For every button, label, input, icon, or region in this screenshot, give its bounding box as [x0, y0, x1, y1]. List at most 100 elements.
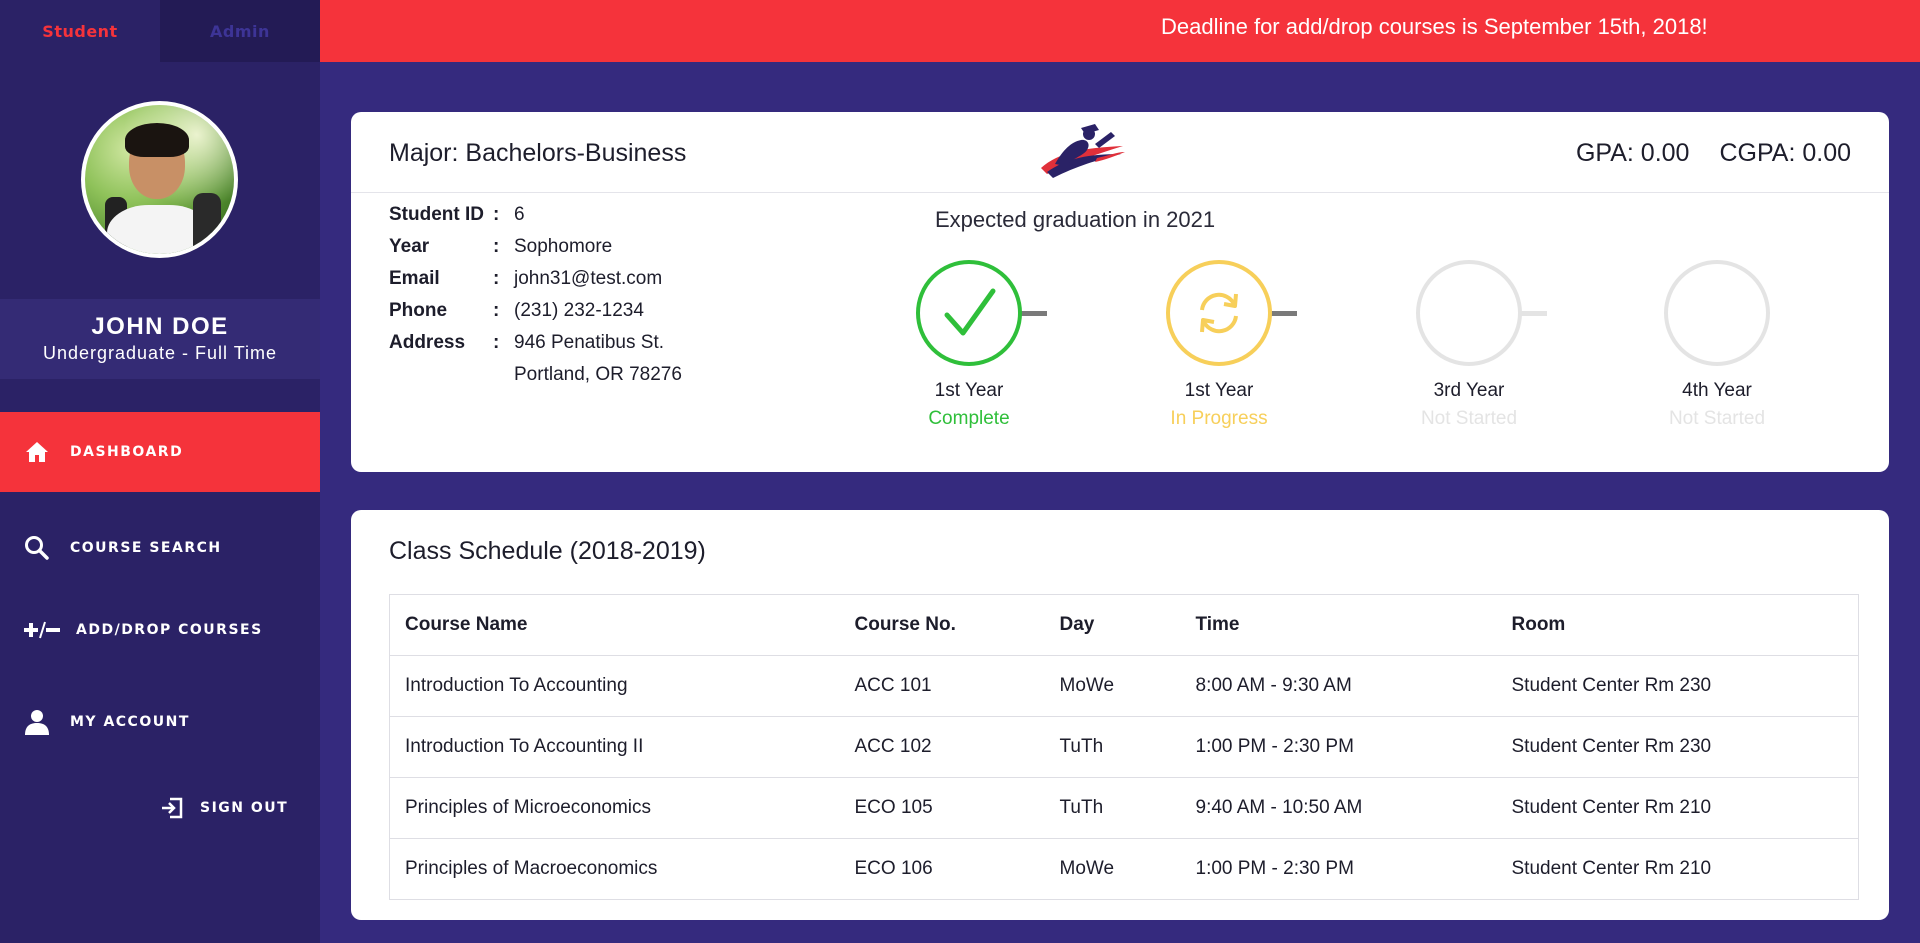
- info-row-phone: Phone : (231) 232-1234: [389, 300, 682, 332]
- info-row-year: Year : Sophomore: [389, 236, 682, 268]
- tab-admin[interactable]: Admin: [160, 0, 320, 62]
- cell-room: Student Center Rm 210: [1496, 838, 1859, 900]
- table-row: Principles of Macroeconomics ECO 106 MoW…: [389, 838, 1859, 900]
- step-title: 1st Year: [1184, 380, 1254, 401]
- info-row-address: Address : 946 Penatibus St.: [389, 332, 682, 364]
- user-icon: [24, 709, 50, 735]
- sidebar-item-label: COURSE SEARCH: [70, 540, 222, 556]
- cgpa-value: CGPA: 0.00: [1719, 139, 1851, 167]
- step-status: In Progress: [1170, 408, 1268, 429]
- step-status: Not Started: [1420, 408, 1518, 429]
- cell-course-name: Principles of Macroeconomics: [389, 838, 840, 900]
- sidebar-item-label: DASHBOARD: [70, 444, 184, 460]
- schedule-table: Course Name Course No. Day Time Room Int…: [389, 594, 1859, 900]
- year-progress-tracker: 1st Year Complete 1st Year In Progress 3…: [916, 260, 1845, 440]
- cell-time: 9:40 AM - 10:50 AM: [1180, 777, 1497, 839]
- table-row: Introduction To Accounting II ACC 102 Tu…: [389, 716, 1859, 778]
- sidebar-item-add-drop-courses[interactable]: ADD/DROP COURSES: [0, 590, 320, 670]
- info-label: Student ID: [389, 204, 484, 225]
- info-label: Year: [389, 236, 430, 257]
- sidebar-item-course-search[interactable]: COURSE SEARCH: [0, 508, 320, 588]
- sidebar-item-my-account[interactable]: MY ACCOUNT: [0, 682, 320, 762]
- info-colon: :: [493, 268, 500, 289]
- info-colon: [493, 364, 514, 396]
- info-label: Address: [389, 332, 466, 353]
- column-header: Day: [1044, 594, 1181, 656]
- info-colon: :: [493, 236, 500, 257]
- cell-day: TuTh: [1044, 716, 1181, 778]
- info-value: john31@test.com: [514, 268, 663, 289]
- plus-minus-icon: [24, 617, 60, 643]
- info-value: 6: [514, 204, 525, 225]
- cell-course-no: ACC 102: [839, 716, 1045, 778]
- gpa-value: GPA: 0.00: [1575, 139, 1690, 167]
- info-row-email: Email : john31@test.com: [389, 268, 682, 300]
- info-row-student-id: Student ID : 6: [389, 204, 682, 236]
- sign-out-button[interactable]: SIGN OUT: [160, 796, 288, 820]
- cell-time: 8:00 AM - 9:30 AM: [1180, 655, 1497, 717]
- column-header: Course No.: [839, 594, 1045, 656]
- tab-student[interactable]: Student: [0, 0, 160, 62]
- checkmark-icon: [916, 260, 1022, 366]
- sidebar-item-dashboard[interactable]: DASHBOARD: [0, 412, 320, 492]
- major-title: Major: Bachelors-Business: [389, 139, 687, 167]
- info-colon: :: [493, 300, 500, 321]
- column-header: Room: [1496, 594, 1859, 656]
- cell-time: 1:00 PM - 2:30 PM: [1180, 838, 1497, 900]
- cell-room: Student Center Rm 230: [1496, 716, 1859, 778]
- column-header: Time: [1180, 594, 1497, 656]
- cell-course-no: ECO 106: [839, 838, 1045, 900]
- step-status: Complete: [928, 408, 1010, 429]
- cell-day: MoWe: [1044, 838, 1181, 900]
- cell-course-name: Introduction To Accounting: [389, 655, 840, 717]
- info-label: Phone: [389, 300, 448, 321]
- schedule-title: Class Schedule (2018-2019): [389, 537, 706, 565]
- table-row: Principles of Microeconomics ECO 105 TuT…: [389, 777, 1859, 839]
- progress-step-3: 3rd Year Not Started: [1389, 260, 1549, 430]
- sidebar-item-label: MY ACCOUNT: [70, 714, 190, 730]
- cell-room: Student Center Rm 230: [1496, 655, 1859, 717]
- sign-out-label: SIGN OUT: [200, 800, 289, 816]
- student-info: Student ID : 6 Year : Sophomore Email : …: [389, 204, 682, 396]
- cell-course-no: ACC 101: [839, 655, 1045, 717]
- info-value: Portland, OR 78276: [514, 364, 682, 385]
- progress-step-1: 1st Year Complete: [889, 260, 1049, 430]
- deadline-banner: Deadline for add/drop courses is Septemb…: [320, 0, 1920, 62]
- info-value: 946 Penatibus St.: [514, 332, 664, 353]
- home-icon: [24, 439, 50, 465]
- table-header-row: Course Name Course No. Day Time Room: [389, 594, 1859, 656]
- info-label: [389, 364, 493, 396]
- search-icon: [24, 535, 50, 561]
- cell-course-name: Principles of Microeconomics: [389, 777, 840, 839]
- info-colon: :: [493, 204, 500, 225]
- profile-card: Major: Bachelors-Business GPA: 0.00 CGPA:…: [351, 112, 1889, 472]
- info-value: (231) 232-1234: [514, 300, 644, 321]
- cell-room: Student Center Rm 210: [1496, 777, 1859, 839]
- step-title: 3rd Year: [1433, 380, 1505, 401]
- sidebar-item-label: ADD/DROP COURSES: [76, 622, 263, 638]
- deadline-message: Deadline for add/drop courses is Septemb…: [1161, 14, 1708, 39]
- table-row: Introduction To Accounting ACC 101 MoWe …: [389, 655, 1859, 717]
- expected-graduation: Expected graduation in 2021: [935, 207, 1216, 232]
- student-name-band: JOHN DOE Undergraduate - Full Time: [0, 299, 320, 379]
- student-name: JOHN DOE: [91, 313, 229, 340]
- column-header: Course Name: [389, 594, 840, 656]
- cell-course-name: Introduction To Accounting II: [389, 716, 840, 778]
- info-row-address-line2: Portland, OR 78276: [389, 364, 682, 396]
- empty-circle-icon: [1664, 260, 1770, 366]
- info-colon: :: [493, 332, 500, 353]
- empty-circle-icon: [1416, 260, 1522, 366]
- gpa-summary: GPA: 0.00 CGPA: 0.00: [1576, 139, 1851, 168]
- profile-card-header: Major: Bachelors-Business GPA: 0.00 CGPA:…: [351, 112, 1889, 193]
- school-logo: [1037, 122, 1127, 182]
- cell-time: 1:00 PM - 2:30 PM: [1180, 716, 1497, 778]
- class-schedule-card: Class Schedule (2018-2019) Course Name C…: [351, 510, 1889, 920]
- cell-day: MoWe: [1044, 655, 1181, 717]
- sidebar: Student Admin JOHN DOE Undergraduate - F…: [0, 0, 320, 943]
- info-value: Sophomore: [514, 236, 613, 257]
- cell-course-no: ECO 105: [839, 777, 1045, 839]
- student-status: Undergraduate - Full Time: [42, 343, 278, 363]
- cell-day: TuTh: [1044, 777, 1181, 839]
- progress-step-2: 1st Year In Progress: [1139, 260, 1299, 430]
- sign-out-icon: [160, 796, 184, 820]
